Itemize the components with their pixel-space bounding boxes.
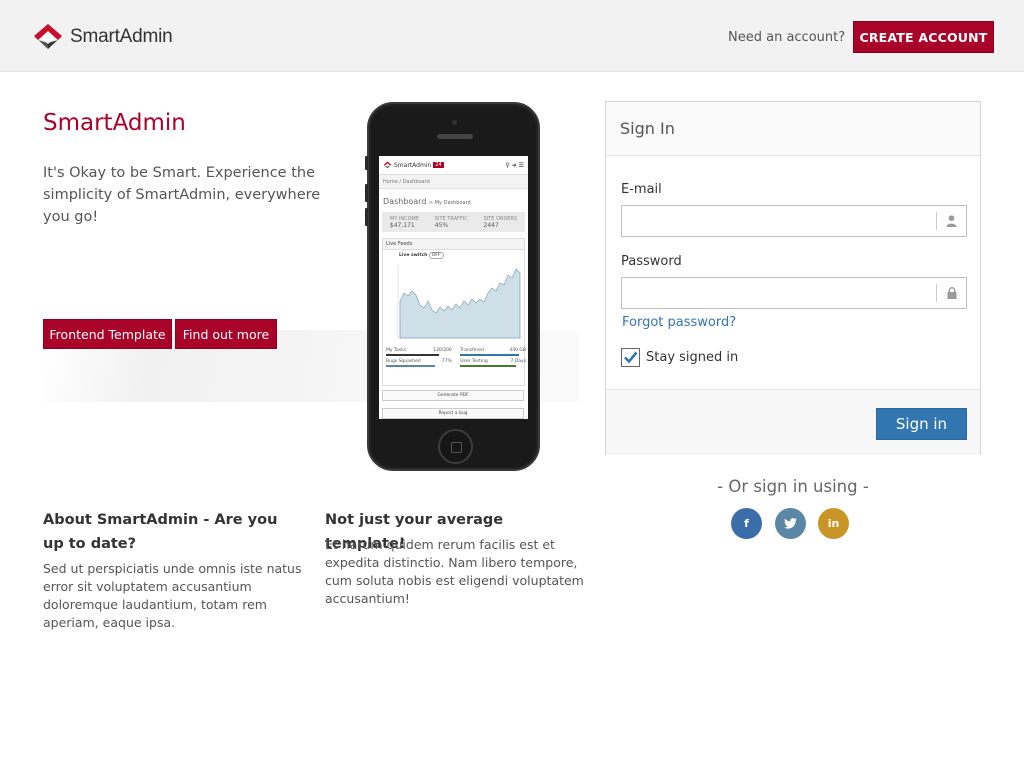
email-label: E-mail: [621, 182, 662, 197]
logo-text: SmartAdmin: [70, 26, 173, 47]
screen-breadcrumb: Home / Dashboard: [379, 175, 528, 189]
twitter-bird-icon: [784, 518, 797, 529]
signin-panel: Sign In E-mail Password Forgot password?…: [605, 101, 981, 455]
or-sign-in-using: - Or sign in using -: [717, 477, 869, 496]
stay-signed-checkbox[interactable]: [621, 348, 640, 367]
screen-logo-icon: [383, 161, 392, 169]
screen-topbar: SmartAdmin 24 ⚲ ➜ ☰: [379, 156, 528, 175]
screen-dashboard-sub: > My Dashboard: [428, 200, 471, 206]
hero-text: It's Okay to be Smart. Experience the si…: [43, 165, 321, 225]
password-field-wrapper: [621, 277, 967, 309]
lock-icon: [936, 284, 966, 302]
user-icon: [936, 212, 966, 230]
sign-in-button[interactable]: Sign in: [876, 408, 967, 440]
email-field[interactable]: [622, 206, 932, 236]
forgot-password-link[interactable]: Forgot password?: [622, 315, 736, 330]
signin-footer: Sign in: [606, 389, 980, 455]
screen-live-feeds: Live Feeds Live switch OFF My Tasks 130/2…: [382, 238, 526, 386]
email-field-wrapper: [621, 205, 967, 237]
about-text: Sed ut perspiciatis unde omnis iste natu…: [43, 561, 302, 630]
template-text: Et harum quidem rerum facilis est et exp…: [325, 537, 584, 606]
screen-report-bug: Report a bug: [382, 408, 524, 419]
phone-volume-up: [365, 184, 368, 202]
phone-speaker: [437, 134, 473, 139]
screen-feeds-header: Live Feeds: [383, 239, 524, 250]
check-icon: [624, 351, 638, 364]
screen-stat: SITE ORDERS 2447: [483, 215, 518, 229]
top-header: SmartAdmin Need an account? CREATE ACCOU…: [0, 0, 1024, 72]
screen-progress-bars: My Tasks 130/200 Transfered 440 GB Bugs Sq…: [386, 345, 526, 367]
password-field[interactable]: [622, 278, 932, 308]
frontend-template-button[interactable]: Frontend Template: [43, 319, 172, 349]
smartadmin-logo[interactable]: SmartAdmin: [32, 22, 173, 52]
facebook-icon[interactable]: f: [731, 508, 762, 539]
screen-logo-text: SmartAdmin: [394, 161, 432, 169]
phone-screen: SmartAdmin 24 ⚲ ➜ ☰ Home / Dashboard Das…: [379, 156, 528, 419]
phone-mute-button: [365, 156, 368, 170]
password-label: Password: [621, 254, 682, 269]
screen-area-chart: [397, 265, 522, 339]
screen-stats: MY INCOME $47,171 SITE TRAFFIC 45% SITE OR…: [382, 212, 525, 232]
about-title: About SmartAdmin - Are you up to date?: [43, 512, 278, 552]
phone-camera: [452, 120, 457, 125]
logo-mark-icon: [34, 24, 62, 49]
screen-stat: SITE TRAFFIC 45%: [434, 215, 468, 229]
screen-live-switch: Live switch OFF: [399, 252, 444, 259]
screen-dashboard-title: Dashboard > My Dashboard: [379, 189, 528, 212]
linkedin-icon[interactable]: in: [818, 508, 849, 539]
screen-toolbar-icons: ⚲ ➜ ☰: [505, 161, 524, 169]
phone-home-button: [438, 429, 473, 464]
screen-stat: MY INCOME $47,171: [389, 215, 419, 229]
hero-title: SmartAdmin: [43, 110, 186, 136]
screen-generate-pdf: Generate PDF: [382, 390, 524, 401]
stay-signed-label[interactable]: Stay signed in: [646, 350, 738, 365]
phone-volume-down: [365, 208, 368, 226]
create-account-button[interactable]: CREATE ACCOUNT: [853, 21, 994, 53]
signin-title: Sign In: [606, 102, 980, 156]
screen-dashboard-label: Dashboard: [383, 197, 427, 206]
twitter-icon[interactable]: [775, 508, 806, 539]
find-out-more-button[interactable]: Find out more: [175, 319, 277, 349]
need-account-text: Need an account?: [728, 30, 846, 45]
screen-badge: 24: [433, 162, 444, 168]
